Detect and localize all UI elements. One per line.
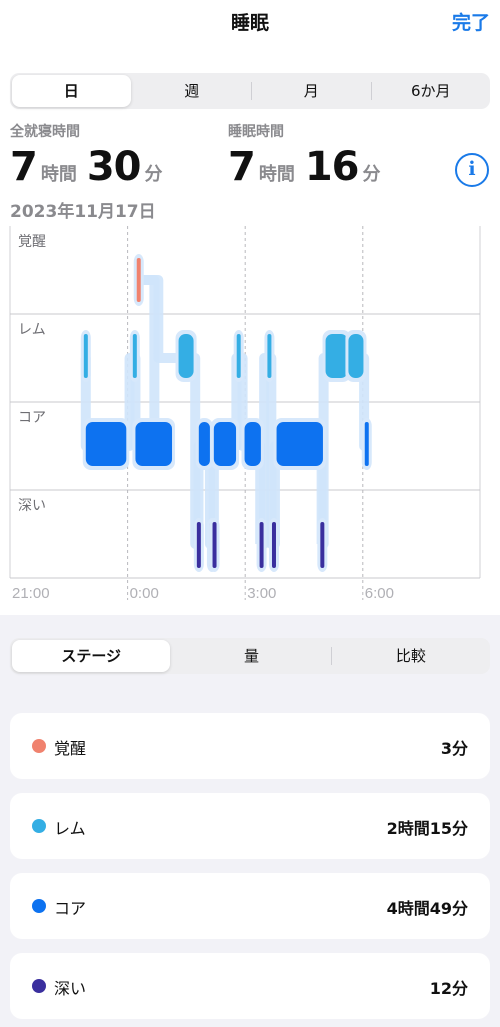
asleep-label: 睡眠時間 (228, 124, 284, 140)
period-segmented-control: 日 週 月 6か月 (10, 73, 490, 109)
stage-segment-core (276, 422, 323, 466)
done-button[interactable]: 完了 (452, 8, 490, 35)
stage-duration: 4時間49分 (386, 899, 468, 918)
summary-card-awake[interactable]: 覚醒 3分 (10, 713, 490, 779)
page-title: 睡眠 (230, 12, 269, 34)
deep-color-dot (32, 979, 46, 993)
core-color-dot (32, 899, 46, 913)
x-tick-label: 6:00 (365, 585, 394, 602)
stage-segment-rem (178, 334, 194, 378)
tab-month[interactable]: 月 (252, 73, 371, 109)
info-icon[interactable]: i (455, 153, 489, 187)
asleep-minutes-unit: 分 (362, 164, 381, 185)
stage-segment-rem (236, 334, 241, 378)
x-tick-label: 0:00 (130, 585, 159, 602)
asleep-hours-unit: 時間 (258, 164, 295, 185)
date-label: 2023年11月17日 (10, 202, 156, 222)
stage-segment-core (135, 422, 173, 466)
stage-name: レム (54, 819, 86, 838)
stage-segment-rem (325, 334, 348, 378)
tab-amount[interactable]: 量 (172, 638, 330, 674)
x-tick-label: 3:00 (247, 585, 276, 602)
sleep-header-panel: 睡眠 完了 日 週 月 6か月 全就寝時間 7 時間 30 分 睡眠時間 7 時… (0, 0, 500, 615)
stage-segment-deep (259, 522, 264, 568)
stage-segment-rem (348, 334, 364, 378)
in-bed-label: 全就寝時間 (10, 124, 80, 140)
stage-segment-awake (136, 258, 141, 302)
in-bed-minutes: 30 (86, 144, 142, 190)
stage-segment-core (213, 422, 237, 466)
stage-segment-core (364, 422, 369, 466)
x-tick-label: 21:00 (12, 585, 50, 602)
stage-segment-core (244, 422, 261, 466)
stage-duration: 12分 (429, 979, 468, 998)
stage-segment-core (85, 422, 127, 466)
stage-name: コア (54, 899, 87, 918)
stage-duration: 3分 (440, 739, 468, 758)
in-bed-minutes-unit: 分 (144, 164, 163, 185)
tab-stages[interactable]: ステージ (12, 640, 171, 672)
in-bed-hours-unit: 時間 (40, 164, 77, 185)
stage-name: 深い (54, 979, 87, 998)
sleep-stage-chart: 21:00 0:00 3:00 6:00 覚醒レムコア深い (9, 226, 481, 602)
asleep-minutes: 16 (304, 144, 360, 190)
asleep-value: 7 時間 16 分 (228, 144, 391, 190)
stage-row-label: レム (18, 322, 46, 338)
stage-row-label: 覚醒 (18, 234, 46, 250)
awake-color-dot (32, 739, 46, 753)
tab-day[interactable]: 日 (12, 75, 131, 107)
summary-card-core[interactable]: コア 4時間49分 (10, 873, 490, 939)
stage-segment-rem (83, 334, 88, 378)
rem-color-dot (32, 819, 46, 833)
summary-card-rem[interactable]: レム 2時間15分 (10, 793, 490, 859)
stage-duration: 2時間15分 (386, 819, 468, 838)
stage-segment-rem (267, 334, 272, 378)
stage-segment-deep (320, 522, 325, 568)
stage-segment-rem (132, 334, 137, 378)
stage-segment-deep (271, 522, 276, 568)
tab-week[interactable]: 週 (133, 73, 252, 109)
in-bed-hours: 7 (10, 144, 38, 190)
stage-segment-core (198, 422, 210, 466)
view-segmented-control: ステージ 量 比較 (10, 638, 490, 674)
stage-name: 覚醒 (54, 739, 87, 758)
in-bed-value: 7 時間 30 分 (10, 144, 173, 190)
stage-segment-deep (212, 522, 217, 568)
tab-6-months[interactable]: 6か月 (372, 73, 491, 109)
asleep-hours: 7 (228, 144, 256, 190)
stage-segment-deep (196, 522, 201, 568)
stage-row-label: 深い (18, 498, 46, 514)
stage-row-label: コア (18, 410, 46, 426)
summary-card-deep[interactable]: 深い 12分 (10, 953, 490, 1019)
tab-comparison[interactable]: 比較 (332, 638, 490, 674)
